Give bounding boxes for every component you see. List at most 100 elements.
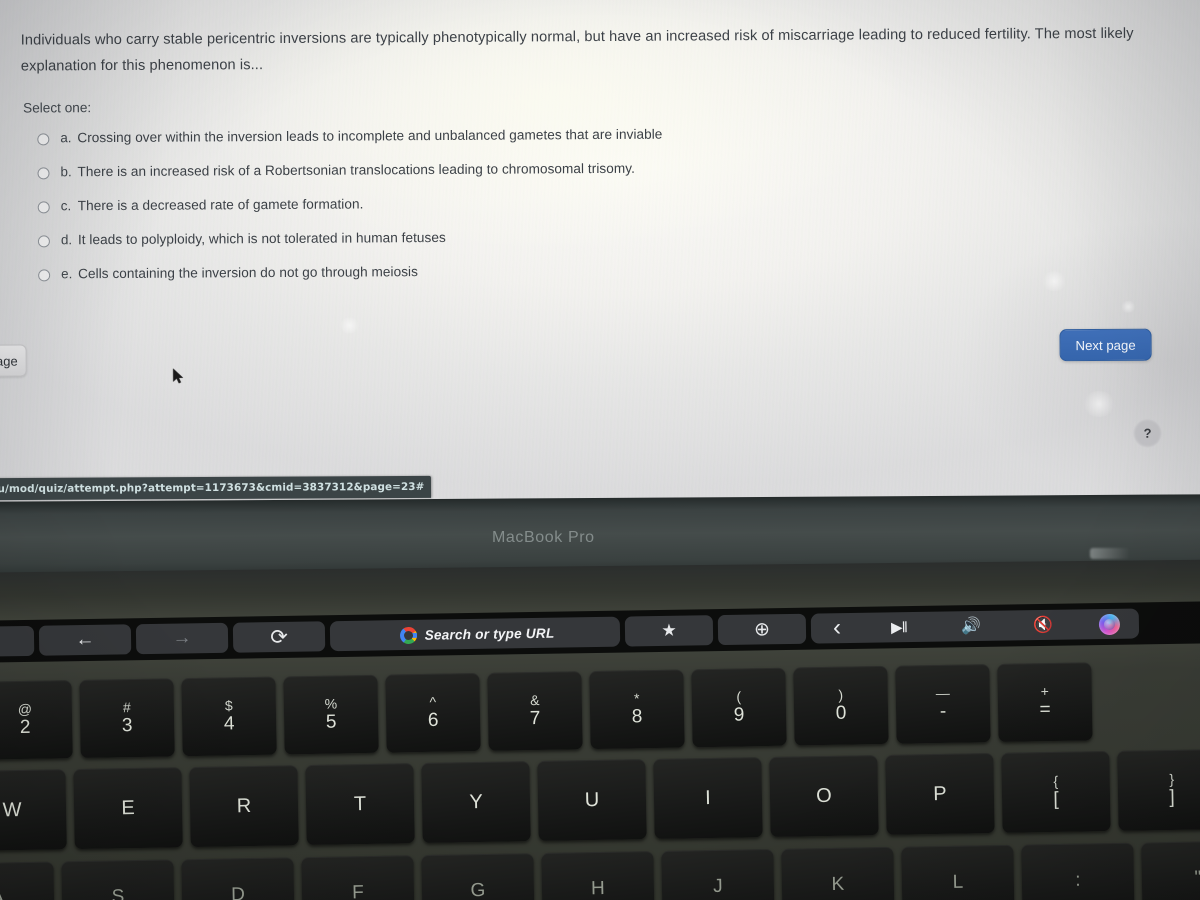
key-quote[interactable]: " — [1141, 840, 1200, 900]
radio-icon-a[interactable] — [37, 133, 50, 146]
plus-circle-icon: ⊕ — [753, 618, 771, 641]
play-pause-icon: ▶‖ — [890, 619, 907, 637]
key-t-label: T — [353, 792, 367, 815]
option-letter-b: b. — [60, 164, 72, 180]
previous-page-button[interactable]: page — [0, 344, 27, 378]
key-left-bracket[interactable]: { [ — [1001, 751, 1111, 833]
option-text-c: There is a decreased rate of gamete form… — [77, 196, 364, 214]
key-6-shift-label: ^ — [429, 693, 437, 710]
volume-icon: 🔊 — [960, 617, 982, 636]
option-letter-d: d. — [60, 232, 73, 248]
key-left-bracket-label: [ — [1053, 788, 1059, 811]
key-k[interactable]: K — [781, 846, 895, 900]
key-j[interactable]: J — [661, 849, 775, 900]
laptop-screen: Individuals who carry stable pericentric… — [0, 0, 1200, 510]
key-6[interactable]: ^ 6 — [385, 673, 481, 753]
key-5[interactable]: % 5 — [283, 674, 379, 755]
answer-option-d[interactable]: d. It leads to polyploidy, which is not … — [37, 227, 918, 266]
answer-option-e[interactable]: e. Cells containing the inversion do not… — [38, 261, 918, 300]
touchbar-newtab-button[interactable]: ⊕ — [717, 613, 807, 646]
key-semicolon[interactable]: : — [1021, 842, 1135, 900]
key-p-label: P — [933, 782, 947, 805]
touchbar-bookmark-button[interactable]: ★ — [624, 615, 714, 647]
key-2[interactable]: @ 2 — [0, 680, 73, 760]
answer-option-b[interactable]: b. There is an increased risk of a Rober… — [37, 159, 917, 198]
key-2-shift-label: @ — [17, 700, 33, 718]
key-a[interactable]: A — [0, 861, 55, 900]
key-w-label: W — [2, 798, 22, 821]
next-page-button[interactable]: Next page — [1059, 328, 1152, 362]
key-equals-label: = — [1039, 699, 1051, 721]
google-icon — [399, 626, 417, 644]
touchbar-volume-button[interactable]: 🔊 — [935, 616, 1007, 637]
key-u[interactable]: U — [537, 759, 647, 842]
touchbar-mute-button[interactable]: 🔇 — [1007, 614, 1079, 635]
touchbar-search-field[interactable]: Search or type URL — [329, 616, 621, 652]
touchbar-search-placeholder: Search or type URL — [424, 625, 555, 643]
back-icon: ← — [75, 628, 95, 651]
key-a-label: A — [0, 888, 5, 900]
option-text-d: It leads to polyploidy, which is not tol… — [77, 229, 446, 248]
select-one-label: Select one: — [23, 100, 92, 116]
key-4[interactable]: $ 4 — [181, 676, 277, 757]
key-4-label: 4 — [223, 713, 235, 735]
touchbar-back-button[interactable]: ← — [38, 624, 132, 656]
key-f[interactable]: F — [301, 855, 415, 900]
siri-icon — [1098, 613, 1120, 635]
key-0-shift-label: ) — [838, 686, 844, 703]
option-letter-e: e. — [61, 266, 73, 282]
key-0[interactable]: ) 0 — [793, 665, 889, 746]
star-icon: ★ — [661, 620, 677, 640]
help-button[interactable]: ? — [1133, 418, 1163, 448]
key-right-bracket[interactable]: } ] — [1117, 749, 1200, 831]
key-t[interactable]: T — [305, 763, 415, 846]
option-text-b: There is an increased risk of a Robertso… — [77, 160, 635, 180]
key-8-label: 8 — [631, 706, 643, 728]
key-7-shift-label: & — [529, 691, 540, 709]
touchbar-collapse-button[interactable]: ‹ — [811, 614, 863, 643]
touchbar-forward-button[interactable]: → — [135, 622, 229, 655]
key-minus[interactable]: — - — [895, 664, 991, 744]
key-r[interactable]: R — [189, 765, 299, 848]
radio-icon-c[interactable] — [37, 201, 50, 214]
key-g[interactable]: G — [421, 853, 535, 900]
chevron-left-icon: ‹ — [832, 614, 842, 642]
key-minus-shift-label: — — [935, 684, 950, 702]
mute-icon: 🔇 — [1032, 616, 1054, 635]
key-7[interactable]: & 7 — [487, 671, 583, 751]
forward-icon: → — [172, 627, 192, 649]
key-equals[interactable]: + = — [997, 662, 1093, 742]
key-i[interactable]: I — [653, 757, 763, 839]
hinge-highlight — [1090, 548, 1130, 559]
key-g-label: G — [470, 880, 486, 900]
key-l-label: L — [952, 871, 964, 893]
radio-icon-d[interactable] — [37, 235, 50, 248]
key-9[interactable]: ( 9 — [691, 667, 787, 748]
touchbar-playpause-button[interactable]: ▶‖ — [863, 618, 935, 637]
key-minus-label: - — [939, 700, 947, 723]
key-u-label: U — [584, 788, 600, 811]
touchbar-reload-button[interactable]: ⟳ — [232, 621, 326, 653]
radio-icon-e[interactable] — [38, 269, 51, 282]
key-d[interactable]: D — [181, 857, 295, 900]
touchbar-escape-key[interactable] — [0, 625, 35, 657]
key-y[interactable]: Y — [421, 761, 531, 844]
key-8[interactable]: * 8 — [589, 669, 685, 750]
key-s[interactable]: S — [61, 859, 175, 900]
key-left-bracket-shift-label: { — [1053, 772, 1059, 790]
key-o[interactable]: O — [769, 755, 879, 837]
radio-icon-b[interactable] — [37, 167, 50, 180]
key-f-label: F — [351, 882, 364, 900]
key-5-label: 5 — [325, 711, 337, 733]
key-h[interactable]: H — [541, 851, 655, 900]
mouse-cursor-icon — [172, 368, 184, 384]
touchbar-siri-button[interactable] — [1079, 613, 1139, 635]
key-w[interactable]: W — [0, 769, 67, 852]
answer-option-c[interactable]: c. There is a decreased rate of gamete f… — [37, 193, 918, 232]
key-p[interactable]: P — [885, 753, 995, 835]
reload-icon: ⟳ — [270, 625, 289, 649]
key-3[interactable]: # 3 — [79, 678, 175, 759]
key-e[interactable]: E — [73, 767, 183, 850]
answer-option-a[interactable]: a. Crossing over within the inversion le… — [37, 125, 917, 164]
key-l[interactable]: L — [901, 844, 1015, 900]
